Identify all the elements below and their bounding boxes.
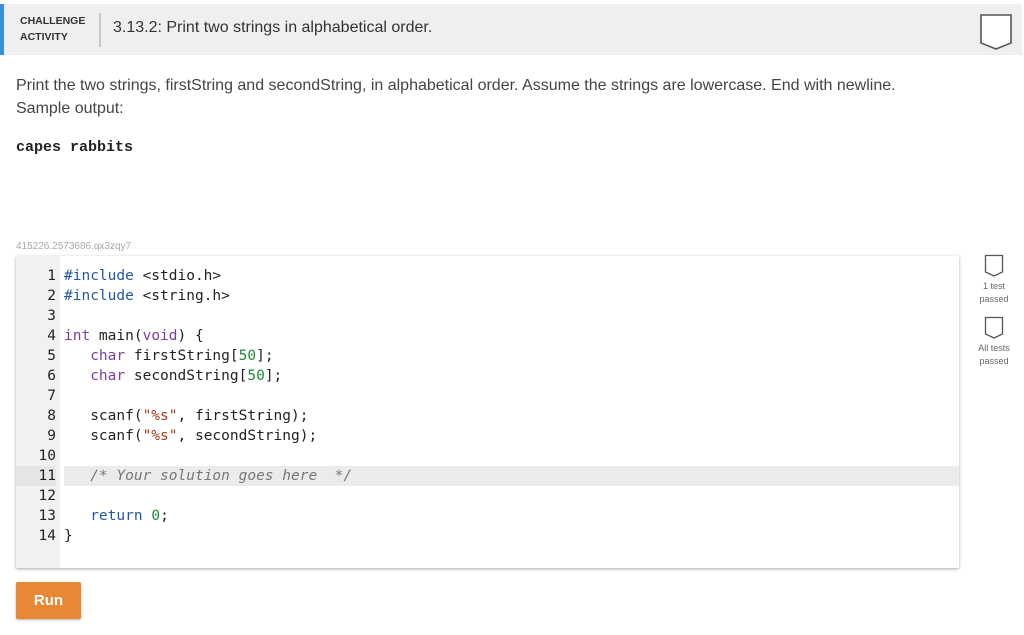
line-number: 8 [16,406,56,426]
line-number: 5 [16,346,56,366]
test-status-label: 1 test passed [968,280,1020,306]
activity-header: CHALLENGE ACTIVITY 3.13.2: Print two str… [0,4,1022,55]
header-divider [99,13,101,47]
activity-id: 415226.2573686.qx3zqy7 [16,241,131,252]
line-code[interactable]: char secondString[50]; [64,366,959,386]
code-line[interactable]: 5 char firstString[50]; [16,346,959,366]
code-editor[interactable]: 1 #include <stdio.h> 2 #include <string.h> 3… [16,256,959,568]
activity-type-badge: CHALLENGE ACTIVITY [20,13,92,45]
code-line[interactable]: 10 [16,446,959,466]
line-number: 12 [16,486,56,506]
test-status-line-2: passed [968,293,1020,306]
test-status-line-2: passed [968,355,1020,368]
instructions-text: Print the two strings, firstString and s… [16,74,996,97]
shield-outline-icon [979,13,1013,51]
line-number: 9 [16,426,56,446]
line-code[interactable]: scanf("%s", firstString); [64,406,959,426]
line-code[interactable]: #include <string.h> [64,286,959,306]
line-number: 11 [16,466,56,486]
line-number: 6 [16,366,56,386]
test-status-all: All tests passed [968,316,1020,368]
line-number: 7 [16,386,56,406]
code-line[interactable]: 13 return 0; [16,506,959,526]
line-number: 13 [16,506,56,526]
activity-title: 3.13.2: Print two strings in alphabetica… [113,19,432,37]
shield-outline-icon [984,254,1004,278]
line-code[interactable]: #include <stdio.h> [64,266,959,286]
line-code[interactable]: } [64,526,959,546]
badge-line-2: ACTIVITY [20,29,92,45]
code-line[interactable]: 7 [16,386,959,406]
line-number: 2 [16,286,56,306]
line-number: 10 [16,446,56,466]
line-number: 3 [16,306,56,326]
code-line[interactable]: 3 [16,306,959,326]
code-line[interactable]: 9 scanf("%s", secondString); [16,426,959,446]
code-line[interactable]: 14} [16,526,959,546]
line-number: 4 [16,326,56,346]
line-code[interactable]: int main(void) { [64,326,959,346]
code-line[interactable]: 11 /* Your solution goes here */ [16,466,959,486]
line-code[interactable]: char firstString[50]; [64,346,959,366]
code-line[interactable]: 6 char secondString[50]; [16,366,959,386]
code-line[interactable]: 4 int main(void) { [16,326,959,346]
sample-output-label: Sample output: [16,97,996,120]
test-status-line-1: All tests [968,342,1020,355]
test-status-line-1: 1 test [968,280,1020,293]
run-button[interactable]: Run [16,582,81,619]
code-line[interactable]: 1 #include <stdio.h> [16,266,959,286]
instructions: Print the two strings, firstString and s… [16,74,996,120]
shield-outline-icon [984,316,1004,340]
line-code[interactable]: scanf("%s", secondString); [64,426,959,446]
code-line[interactable]: 8 scanf("%s", firstString); [16,406,959,426]
code-line[interactable]: 12 [16,486,959,506]
test-status-one: 1 test passed [968,254,1020,306]
sample-output: capes rabbits [16,139,133,156]
code-line[interactable]: 2 #include <string.h> [16,286,959,306]
badge-line-1: CHALLENGE [20,13,92,29]
line-code[interactable]: return 0; [64,506,959,526]
line-number: 14 [16,526,56,546]
line-number: 1 [16,266,56,286]
test-status-label: All tests passed [968,342,1020,368]
line-code[interactable]: /* Your solution goes here */ [64,466,959,486]
